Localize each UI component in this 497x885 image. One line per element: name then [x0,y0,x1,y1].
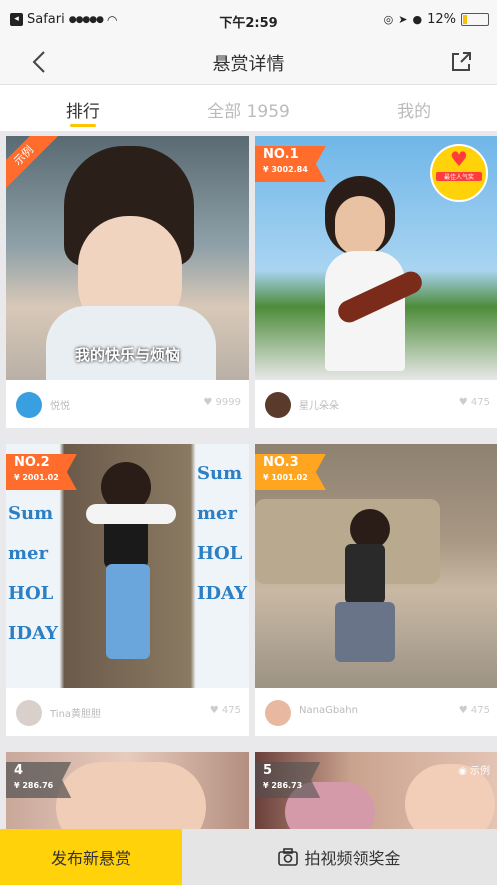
like-count-value: 475 [221,705,241,716]
avatar[interactable] [16,700,42,726]
rank-label: NO.3 [263,455,299,470]
heart-icon: ♥ [203,397,213,408]
reward-amount: ¥ 286.76 [14,781,54,790]
video-card[interactable]: Summer HOLIDAY Summer HOLIDAY NO.2 ¥ 200… [6,444,249,736]
tab-bar: 排行 全部 1959 我的 [0,85,497,131]
heart-icon: ♥ [209,705,219,716]
author-name: 星儿朵朵 [299,401,339,412]
alarm-icon: ● [412,13,423,26]
shoot-video-label: 拍视频领奖金 [304,849,401,868]
nav-bar: 悬赏详情 [0,40,497,85]
publish-bounty-button[interactable]: 发布新悬赏 [0,829,182,885]
video-thumbnail[interactable]: 4 ¥ 286.76 [6,752,249,829]
popularity-badge: ♥ 最佳人气奖 [430,144,488,202]
tab-ranking[interactable]: 排行 [0,85,166,131]
like-count-value: 9999 [215,397,241,408]
tab-all[interactable]: 全部 1959 [166,85,332,131]
like-count: ♥ 475 [459,397,490,408]
sample-watermark-label: 示例 [470,766,490,777]
status-bar: ◂ Safari ●●●●● ◠ 下午2:59 ◎ ➤ ● 12% [0,0,497,40]
video-caption: 我的快乐与烦恼 [74,346,180,364]
child-legs [335,602,395,662]
rank-tag: NO.1 ¥ 3002.84 [255,146,326,182]
shoot-video-button[interactable]: 拍视频领奖金 [182,829,497,885]
avatar[interactable] [16,392,42,418]
battery-icon [461,13,489,26]
sample-ribbon: 示例 [6,136,60,192]
child-body [46,306,216,380]
reward-amount: ¥ 3002.84 [263,165,308,174]
video-thumbnail[interactable]: NO.3 ¥ 1001.02 [255,444,497,688]
rank-label: 5 [263,763,273,778]
badge-label: 最佳人气奖 [436,172,482,181]
tab-all-label: 全部 1959 [207,102,290,122]
bottom-action-bar: 发布新悬赏 拍视频领奖金 [0,829,497,885]
reward-amount: ¥ 1001.02 [263,473,308,482]
like-count: ♥ 475 [459,705,490,716]
rank-tag: NO.2 ¥ 2001.02 [6,454,77,490]
camera-icon: ◉ [458,766,467,777]
battery-percent: 12% [427,12,456,27]
video-card[interactable]: 我的快乐与烦恼 示例 悦悦 ♥ 9999 [6,136,249,428]
child-face [56,762,206,829]
author-name: 悦悦 [50,401,70,412]
video-card[interactable]: NO.1 ¥ 3002.84 ♥ 最佳人气奖 星儿朵朵 ♥ 475 [255,136,497,428]
reward-amount: ¥ 286.73 [263,781,303,790]
status-right: ◎ ➤ ● 12% [384,12,489,27]
rank-tag: 5 ¥ 286.73 [255,762,321,798]
video-card[interactable]: 5 ¥ 286.73 ◉ 示例 [255,752,497,829]
video-thumbnail[interactable]: 我的快乐与烦恼 示例 [6,136,249,380]
share-button[interactable] [447,48,475,76]
heart-icon: ♥ [458,705,468,716]
heart-icon: ♥ [450,147,468,171]
card-footer: NanaGbahn ♥ 475 [255,688,497,736]
like-count-value: 475 [470,705,490,716]
child-jacket [86,504,176,524]
video-card[interactable]: 4 ¥ 286.76 [6,752,249,829]
reward-amount: ¥ 2001.02 [14,473,59,482]
navigation-icon: ➤ [398,13,408,26]
rank-tag: NO.3 ¥ 1001.02 [255,454,326,490]
card-footer: Tina黄胆胆 ♥ 475 [6,688,249,736]
like-count-value: 475 [470,397,490,408]
like-count: ♥ 475 [210,705,241,716]
tab-active-indicator [69,124,96,127]
child-figure [350,509,390,549]
rank-label: 4 [14,763,24,778]
like-count: ♥ 9999 [203,397,241,408]
card-footer: 悦悦 ♥ 9999 [6,380,249,428]
author-name: Tina黄胆胆 [50,709,102,720]
video-thumbnail[interactable]: 5 ¥ 286.73 ◉ 示例 [255,752,497,829]
sample-watermark: ◉ 示例 [458,762,490,777]
child-pants [106,564,150,659]
share-icon [452,52,471,71]
rank-tag: 4 ¥ 286.76 [6,762,72,798]
summer-banner-right: Summer HOLIDAY [197,463,247,604]
page-title: 悬赏详情 [212,54,285,75]
video-thumbnail[interactable]: Summer HOLIDAY Summer HOLIDAY NO.2 ¥ 200… [6,444,249,688]
publish-bounty-label: 发布新悬赏 [50,849,131,868]
location-icon: ◎ [383,13,394,26]
summer-banner-left: Summer HOLIDAY [8,503,58,644]
avatar[interactable] [265,700,291,726]
tab-mine[interactable]: 我的 [331,85,497,131]
tab-ranking-label: 排行 [65,102,100,122]
child-face [335,196,385,256]
video-card[interactable]: NO.3 ¥ 1001.02 NanaGbahn ♥ 475 [255,444,497,736]
camera-icon [278,848,299,866]
avatar[interactable] [265,392,291,418]
heart-icon: ♥ [458,397,468,408]
rank-label: NO.2 [14,455,50,470]
child-body [345,544,385,604]
author-name: NanaGbahn [299,705,358,716]
video-thumbnail[interactable]: NO.1 ¥ 3002.84 ♥ 最佳人气奖 [255,136,497,380]
card-footer: 星儿朵朵 ♥ 475 [255,380,497,428]
tab-mine-label: 我的 [397,102,432,122]
rank-label: NO.1 [263,147,299,162]
